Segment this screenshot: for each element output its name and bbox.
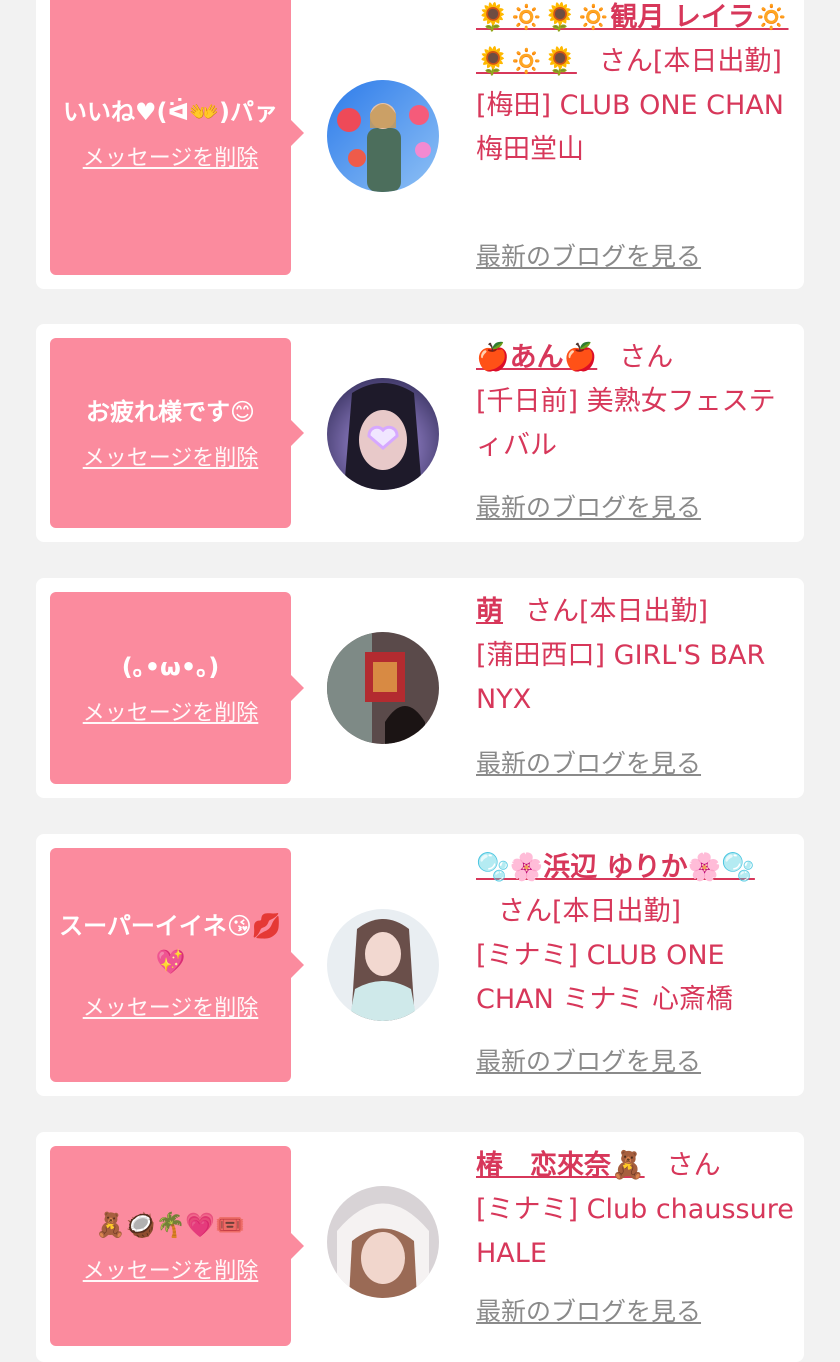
latest-blog-link[interactable]: 最新のブログを見る xyxy=(476,744,701,780)
favorite-card: スーパーイイネ😘💋💖 メッセージを削除 🫧🌸浜辺 ゆりか🌸🫧 さん[本日出勤] [… xyxy=(36,834,804,1096)
latest-blog-link[interactable]: 最新のブログを見る xyxy=(476,1292,701,1328)
attendance-status: [本日出勤] xyxy=(552,896,682,927)
message-bubble: お疲れ様です😊 メッセージを削除 xyxy=(50,338,304,528)
delete-message-link[interactable]: メッセージを削除 xyxy=(83,990,259,1022)
girl-info: 椿 恋來奈🧸 さん [ミナミ] Club chaussure HALE xyxy=(476,1144,794,1276)
honorific: さん xyxy=(498,896,552,927)
shop-location: [ミナミ] CLUB ONE CHAN ミナミ 心斎橋 xyxy=(476,940,733,1015)
avatar[interactable] xyxy=(327,80,439,192)
girl-name-link[interactable]: 🍎あん🍎 xyxy=(476,342,597,373)
message-text: スーパーイイネ😘💋💖 xyxy=(59,912,282,976)
avatar[interactable] xyxy=(327,909,439,1021)
shop-location: [千日前] 美熟女フェスティバル xyxy=(476,386,776,461)
girl-info: 🌻🔅🌻🔅観月 レイラ🔅🌻🔅🌻 さん[本日出勤] [梅田] CLUB ONE CHA… xyxy=(476,0,794,172)
delete-message-link[interactable]: メッセージを削除 xyxy=(83,140,259,172)
honorific: さん xyxy=(619,342,674,373)
girl-info: 🫧🌸浜辺 ゆりか🌸🫧 さん[本日出勤] [ミナミ] CLUB ONE CHAN ミ… xyxy=(476,846,794,1022)
avatar[interactable] xyxy=(327,1186,439,1298)
message-bubble: スーパーイイネ😘💋💖 メッセージを削除 xyxy=(50,848,304,1082)
avatar-photo xyxy=(327,1186,439,1298)
girl-info: 萌さん[本日出勤] [蒲田西口] GIRL'S BAR NYX xyxy=(476,590,794,722)
latest-blog-link[interactable]: 最新のブログを見る xyxy=(476,237,701,273)
delete-message-link[interactable]: メッセージを削除 xyxy=(83,695,259,727)
message-text: (｡•ω•｡) xyxy=(121,653,220,681)
delete-message-link[interactable]: メッセージを削除 xyxy=(83,1253,259,1285)
latest-blog-link[interactable]: 最新のブログを見る xyxy=(476,488,701,524)
girl-name-link[interactable]: 🫧🌸浜辺 ゆりか🌸🫧 xyxy=(476,852,755,883)
avatar-photo xyxy=(327,909,439,1021)
avatar[interactable] xyxy=(327,378,439,490)
message-bubble: (｡•ω•｡) メッセージを削除 xyxy=(50,592,304,784)
favorite-card: (｡•ω•｡) メッセージを削除 萌さん[本日出勤] [蒲田西口] GIRL'S… xyxy=(36,578,804,798)
girl-name-link[interactable]: 椿 恋來奈🧸 xyxy=(476,1150,645,1181)
favorite-card: 🧸🥥🌴💗🎟️ メッセージを削除 椿 恋來奈🧸 さん [ミナミ] Club chau… xyxy=(36,1132,804,1362)
attendance-status: [本日出勤] xyxy=(652,46,782,77)
girl-info: 🍎あん🍎 さん [千日前] 美熟女フェスティバル xyxy=(476,336,794,468)
shop-location: [蒲田西口] GIRL'S BAR NYX xyxy=(476,640,766,715)
honorific: さん xyxy=(525,596,579,627)
shop-location: [ミナミ] Club chaussure HALE xyxy=(476,1194,794,1269)
avatar[interactable] xyxy=(327,632,439,744)
favorite-card: お疲れ様です😊 メッセージを削除 🍎あん🍎 さん [千日前] 美熟女フェスティバル… xyxy=(36,324,804,542)
favorite-card: いいね♥(ᐛ👐)パァ メッセージを削除 🌻🔅🌻🔅観月 レイラ🔅🌻🔅🌻 さん[本日出… xyxy=(36,0,804,289)
message-text: 🧸🥥🌴💗🎟️ xyxy=(95,1211,246,1239)
honorific: さん xyxy=(666,1150,721,1181)
girl-name-link[interactable]: 萌 xyxy=(476,596,503,627)
honorific: さん xyxy=(598,46,653,77)
message-text: お疲れ様です😊 xyxy=(85,398,256,426)
avatar-photo xyxy=(327,378,439,490)
message-text: いいね♥(ᐛ👐)パァ xyxy=(62,97,279,126)
shop-location: [梅田] CLUB ONE CHAN 梅田堂山 xyxy=(476,90,784,165)
latest-blog-link[interactable]: 最新のブログを見る xyxy=(476,1042,701,1078)
avatar-photo xyxy=(327,632,439,744)
avatar-photo xyxy=(327,80,439,192)
delete-message-link[interactable]: メッセージを削除 xyxy=(83,440,259,472)
attendance-status: [本日出勤] xyxy=(579,596,709,627)
message-bubble: 🧸🥥🌴💗🎟️ メッセージを削除 xyxy=(50,1146,304,1346)
message-bubble: いいね♥(ᐛ👐)パァ メッセージを削除 xyxy=(50,0,304,275)
